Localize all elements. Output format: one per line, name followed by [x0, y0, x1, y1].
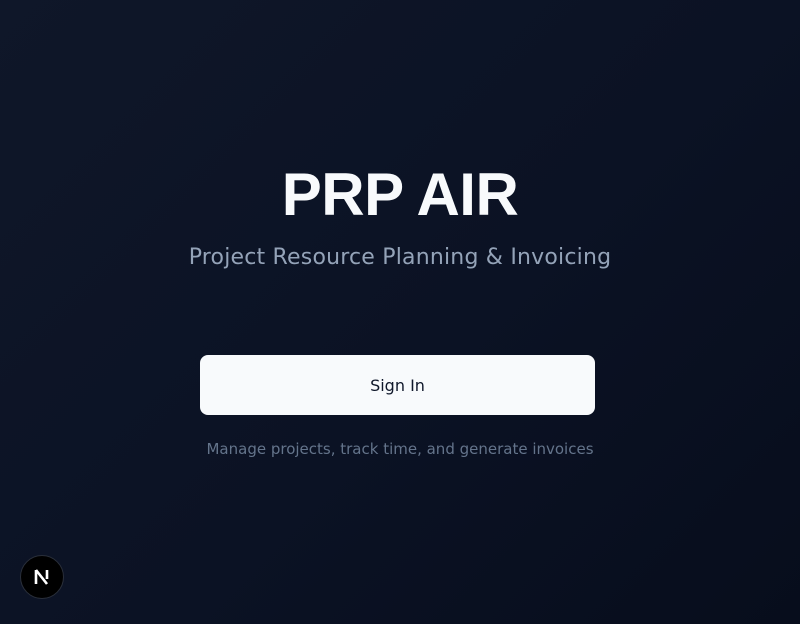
- nextjs-logo-icon: [34, 569, 49, 585]
- nextjs-dev-badge[interactable]: [20, 555, 64, 599]
- landing-hero: PRP AIR Project Resource Planning & Invo…: [0, 0, 800, 624]
- app-subtitle: Project Resource Planning & Invoicing: [188, 245, 612, 270]
- tagline: Manage projects, track time, and generat…: [206, 440, 594, 458]
- app-title: PRP AIR: [281, 161, 519, 228]
- sign-in-button[interactable]: Sign In: [200, 355, 595, 415]
